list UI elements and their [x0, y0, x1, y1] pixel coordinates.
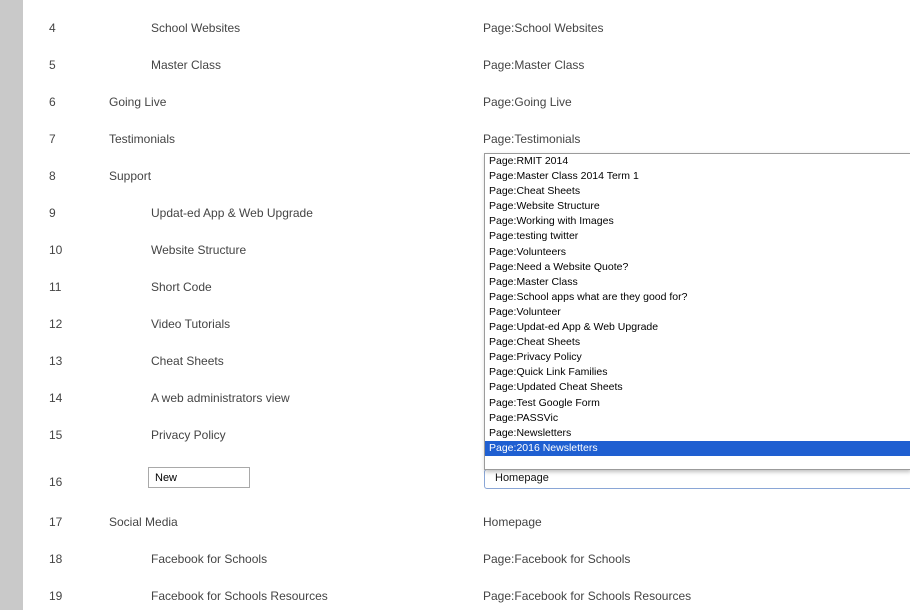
menu-item-link-target[interactable]: Homepage: [483, 515, 542, 529]
table-row: 6 Going Live Page:Going Live: [23, 84, 910, 120]
dropdown-option[interactable]: Page:Cheat Sheets: [485, 335, 910, 350]
dropdown-option[interactable]: Page:Website Structure: [485, 199, 910, 214]
dropdown-option[interactable]: Page:Volunteer: [485, 305, 910, 320]
row-number: 11: [49, 280, 62, 294]
menu-item-title[interactable]: Cheat Sheets: [151, 354, 224, 368]
row-number: 19: [49, 589, 63, 603]
link-target-dropdown-list[interactable]: Page:RMIT 2014 Page:Master Class 2014 Te…: [484, 153, 910, 470]
menu-item-title[interactable]: Testimonials: [109, 132, 175, 146]
dropdown-option[interactable]: Page:RMIT 2014: [485, 154, 910, 169]
table-row: 18 Facebook for Schools Page:Facebook fo…: [23, 541, 910, 577]
dropdown-option[interactable]: Page:Master Class 2014 Term 1: [485, 169, 910, 184]
menu-item-link-target[interactable]: Page:Master Class: [483, 58, 584, 72]
menu-item-link-target[interactable]: Page:Facebook for Schools Resources: [483, 589, 691, 603]
left-gutter: [0, 0, 23, 610]
row-number: 5: [49, 58, 56, 72]
dropdown-option[interactable]: Page:PASSVic: [485, 411, 910, 426]
dropdown-option[interactable]: Page:School apps what are they good for?: [485, 290, 910, 305]
table-row: 17 Social Media Homepage: [23, 504, 910, 540]
menu-item-title[interactable]: Short Code: [151, 280, 212, 294]
menu-item-link-target[interactable]: Page:Going Live: [483, 95, 572, 109]
menu-item-title[interactable]: Video Tutorials: [151, 317, 230, 331]
row-number: 4: [49, 21, 56, 35]
dropdown-option[interactable]: Page:Privacy Policy: [485, 350, 910, 365]
menu-item-title[interactable]: Facebook for Schools: [151, 552, 267, 566]
dropdown-option[interactable]: Page:Cheat Sheets: [485, 184, 910, 199]
row-number: 17: [49, 515, 63, 529]
menu-item-link-target[interactable]: Page:School Websites: [483, 21, 604, 35]
menu-item-title[interactable]: Support: [109, 169, 151, 183]
row-number: 12: [49, 317, 63, 331]
dropdown-option[interactable]: Page:Need a Website Quote?: [485, 260, 910, 275]
dropdown-option[interactable]: Page:Updat-ed App & Web Upgrade: [485, 320, 910, 335]
row-number: 7: [49, 132, 56, 146]
dropdown-option[interactable]: Page:Master Class: [485, 275, 910, 290]
row-number: 6: [49, 95, 56, 109]
table-row: 7 Testimonials Page:Testimonials: [23, 121, 910, 157]
menu-item-title[interactable]: School Websites: [151, 21, 240, 35]
menu-item-title[interactable]: A web administrators view: [151, 391, 290, 405]
dropdown-option[interactable]: Page:Newsletters: [485, 426, 910, 441]
menu-item-title[interactable]: Privacy Policy: [151, 428, 226, 442]
row-number: 16: [49, 475, 63, 489]
row-number: 13: [49, 354, 63, 368]
menu-item-link-target[interactable]: Page:Facebook for Schools: [483, 552, 630, 566]
menu-item-title[interactable]: Facebook for Schools Resources: [151, 589, 328, 603]
dropdown-option[interactable]: Page:Updated Cheat Sheets: [485, 380, 910, 395]
row-number: 15: [49, 428, 63, 442]
table-row: 4 School Websites Page:School Websites: [23, 10, 910, 46]
menu-item-title[interactable]: Master Class: [151, 58, 221, 72]
menu-item-title[interactable]: Social Media: [109, 515, 178, 529]
menu-item-title-input[interactable]: [148, 467, 250, 488]
row-number: 10: [49, 243, 63, 257]
row-number: 8: [49, 169, 56, 183]
row-number: 14: [49, 391, 63, 405]
row-number: 18: [49, 552, 63, 566]
row-number: 9: [49, 206, 56, 220]
menu-item-title[interactable]: Website Structure: [151, 243, 246, 257]
dropdown-option-highlighted[interactable]: Page:2016 Newsletters: [485, 440, 910, 456]
link-target-select[interactable]: Homepage: [484, 469, 910, 489]
dropdown-option[interactable]: Page:Quick Link Families: [485, 365, 910, 380]
dropdown-option[interactable]: Page:Test Google Form: [485, 396, 910, 411]
menu-item-title[interactable]: Updat-ed App & Web Upgrade: [151, 206, 313, 220]
link-target-select-value: Homepage: [495, 472, 549, 484]
dropdown-option[interactable]: Page:Working with Images: [485, 214, 910, 229]
menu-item-link-target[interactable]: Page:Testimonials: [483, 132, 580, 146]
table-row: 19 Facebook for Schools Resources Page:F…: [23, 578, 910, 614]
dropdown-option[interactable]: Page:testing twitter: [485, 229, 910, 244]
dropdown-option[interactable]: Page:Volunteers: [485, 245, 910, 260]
table-row: 5 Master Class Page:Master Class: [23, 47, 910, 83]
menu-item-title[interactable]: Going Live: [109, 95, 166, 109]
